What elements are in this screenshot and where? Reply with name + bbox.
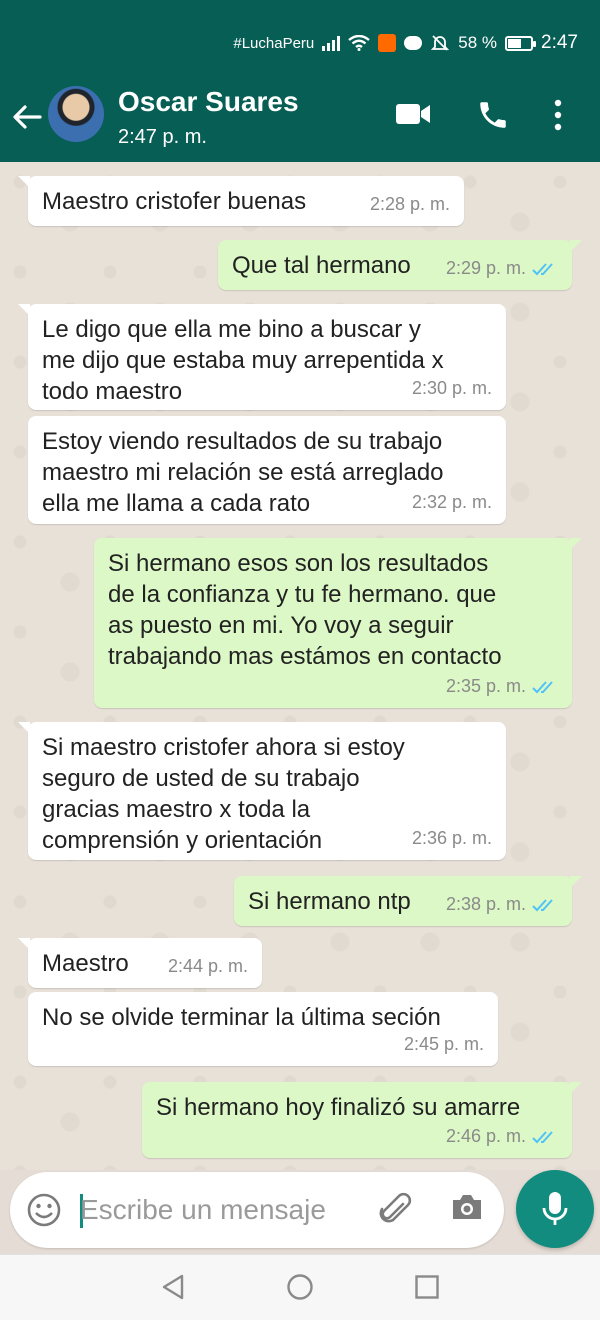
back-arrow-icon[interactable]	[10, 100, 44, 134]
message-meta: 2:44 p. m.	[168, 951, 248, 982]
message-text: Si hermano esos son los resultados de la…	[108, 550, 502, 670]
phone-icon[interactable]	[476, 98, 510, 132]
signal-icon	[322, 35, 341, 51]
status-right: #LuchaPeru 58 % 2:47	[233, 32, 578, 54]
message-input[interactable]	[80, 1188, 360, 1232]
message-bubble-incoming[interactable]: Maestro cristofer buenas 2:28 p. m.	[18, 176, 464, 226]
message-time: 2:30 p. m.	[411, 378, 492, 398]
mute-bell-icon	[431, 35, 450, 51]
message-meta: 2:45 p. m.	[404, 1029, 484, 1060]
status-time: 2:47	[541, 32, 578, 53]
message-time: 2:46 p. m.	[445, 1126, 526, 1146]
message-bubble-incoming[interactable]: Si maestro cristofer ahora si estoy segu…	[18, 722, 506, 860]
app-notification-icon	[378, 34, 397, 52]
message-meta: 2:29 p. m.	[446, 253, 558, 284]
message-meta: 2:35 p. m.	[446, 671, 558, 702]
message-notification-icon	[404, 36, 423, 50]
message-time: 2:44 p. m.	[167, 956, 248, 976]
message-list[interactable]: Maestro cristofer buenas 2:28 p. m. Que …	[0, 162, 600, 1170]
message-time: 2:32 p. m.	[411, 492, 492, 512]
message-bubble-outgoing[interactable]: Si hermano ntp 2:38 p. m.	[234, 876, 582, 926]
nav-recents-icon[interactable]	[414, 1273, 440, 1301]
message-meta: 2:46 p. m.	[446, 1121, 558, 1152]
message-bubble-outgoing[interactable]: Si hermano hoy finalizó su amarre 2:46 p…	[142, 1082, 582, 1158]
camera-icon[interactable]	[450, 1192, 484, 1222]
message-meta: 2:28 p. m.	[370, 189, 450, 220]
more-options-icon[interactable]	[552, 98, 564, 132]
chat-header: Oscar Suares 2:47 p. m.	[0, 70, 600, 162]
message-time: 2:38 p. m.	[445, 894, 526, 914]
contact-last-seen: 2:47 p. m.	[118, 126, 207, 148]
voice-message-button[interactable]	[516, 1170, 594, 1248]
message-bubble-incoming[interactable]: Le digo que ella me bino a buscar y me d…	[18, 304, 506, 410]
double-check-icon	[532, 898, 553, 911]
message-time: 2:45 p. m.	[403, 1034, 484, 1054]
double-check-icon	[532, 680, 553, 693]
wifi-icon	[348, 35, 371, 51]
double-check-icon	[532, 1130, 553, 1143]
message-meta: 2:38 p. m.	[446, 889, 558, 920]
double-check-icon	[532, 262, 553, 275]
message-text: Si hermano hoy finalizó su amarre	[156, 1094, 521, 1121]
battery-fill	[508, 38, 522, 48]
message-meta: 2:30 p. m.	[412, 373, 492, 404]
message-bubble-incoming[interactable]: No se olvide terminar la última seción 2…	[28, 992, 498, 1066]
message-bubble-outgoing[interactable]: Si hermano esos son los resultados de la…	[94, 538, 582, 708]
message-time: 2:28 p. m.	[369, 194, 450, 214]
battery-percent: 58 %	[458, 33, 498, 52]
message-composer	[10, 1172, 504, 1248]
message-meta: 2:32 p. m.	[412, 487, 492, 518]
message-bubble-incoming[interactable]: Estoy viendo resultados de su trabajo ma…	[28, 416, 506, 524]
message-meta: 2:36 p. m.	[412, 823, 492, 854]
avatar[interactable]	[48, 86, 104, 142]
status-bar: #LuchaPeru 58 % 2:47	[0, 0, 600, 70]
system-nav-bar	[0, 1254, 600, 1320]
carrier-label: #LuchaPeru	[233, 34, 315, 52]
mic-icon	[542, 1192, 568, 1225]
contact-name[interactable]: Oscar Suares	[118, 86, 299, 118]
message-bubble-incoming[interactable]: Maestro 2:44 p. m.	[18, 938, 262, 988]
nav-home-icon[interactable]	[286, 1273, 314, 1301]
nav-back-icon[interactable]	[160, 1273, 186, 1301]
message-time: 2:29 p. m.	[445, 258, 526, 278]
message-bubble-outgoing[interactable]: Que tal hermano 2:29 p. m.	[218, 240, 582, 290]
video-call-icon[interactable]	[394, 98, 432, 130]
emoji-icon[interactable]	[26, 1192, 62, 1228]
message-time: 2:35 p. m.	[445, 676, 526, 696]
message-time: 2:36 p. m.	[411, 828, 492, 848]
attach-icon[interactable]	[376, 1190, 416, 1230]
battery-icon	[505, 35, 537, 51]
